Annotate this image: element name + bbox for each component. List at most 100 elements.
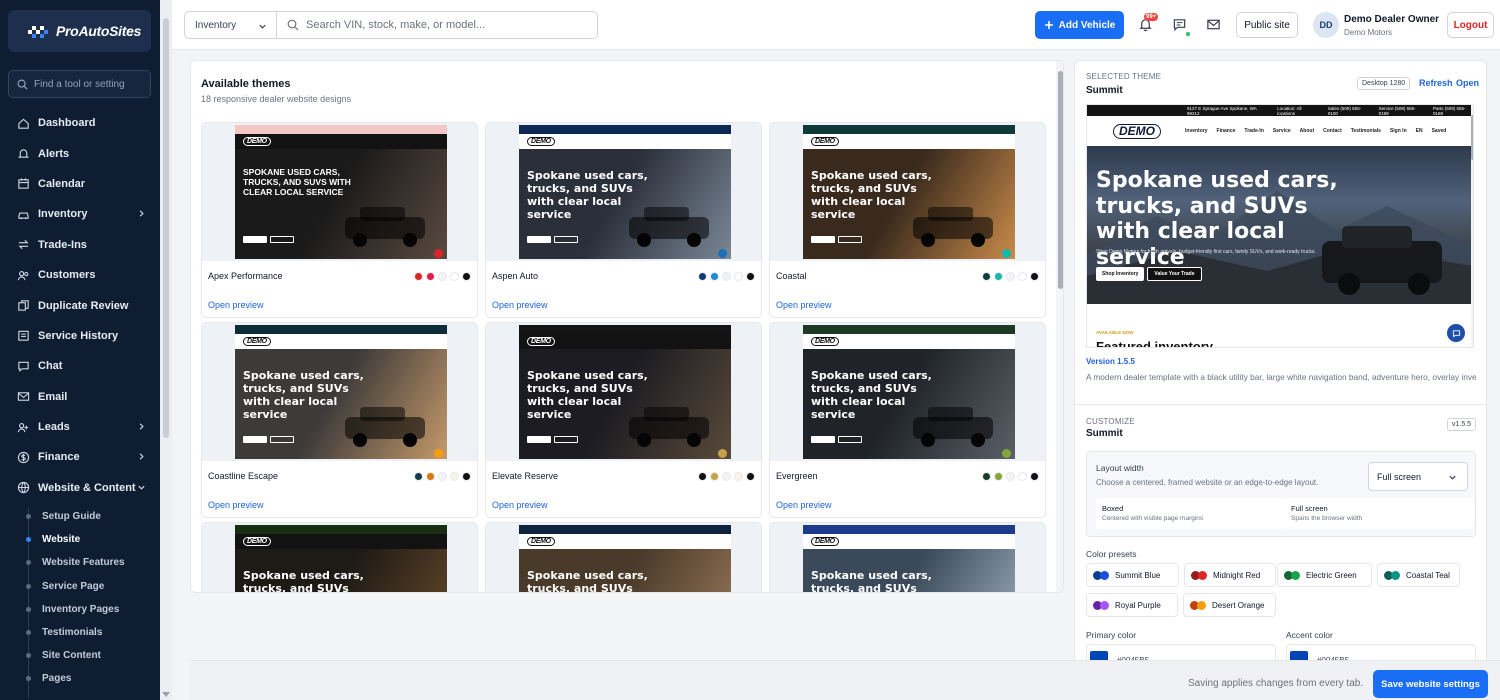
preset-coastal-teal[interactable]: Coastal Teal (1377, 563, 1460, 587)
mock-nav: DEMO (519, 134, 731, 149)
layout-width-select[interactable]: Full screen (1368, 462, 1468, 491)
mock-trade-button (270, 436, 294, 443)
sidebar-subitem-testimonials[interactable]: Testimonials (0, 621, 160, 644)
open-preview-link[interactable]: Open preview (208, 500, 264, 510)
mail-icon[interactable] (1206, 17, 1221, 32)
sidebar-item-finance[interactable]: Finance (0, 442, 160, 472)
open-preview-link[interactable]: Open preview (208, 300, 264, 310)
save-bar: Saving applies changes from every tab. S… (190, 660, 1500, 700)
sidebar-submenu: Setup Guide Website Website Features Servic… (0, 505, 160, 691)
theme-card-partial-8[interactable]: DEMO Spokane used cars, trucks, and SUVs … (769, 522, 1046, 592)
theme-card-coastal[interactable]: DEMO Spokane used cars, trucks, and SUVs … (769, 122, 1046, 318)
color-presets-label: Color presets (1086, 549, 1137, 559)
layout-option-boxed[interactable]: Boxed Centered with visible page margins (1096, 498, 1285, 529)
sidebar-item-alerts[interactable]: Alerts (0, 138, 160, 168)
sidebar-item-customers[interactable]: Customers (0, 260, 160, 290)
sidebar-item-duplicate-review[interactable]: Duplicate Review (0, 290, 160, 320)
theme-thumbnail[interactable]: DEMO Spokane used cars, trucks, and SUVs … (770, 323, 1045, 461)
submenu-dot (26, 514, 31, 519)
preview-scrollbar[interactable] (1471, 105, 1473, 347)
sidebar-search-input[interactable]: Find a tool or setting (8, 70, 151, 98)
theme-thumbnail[interactable]: DEMO Spokane used cars, trucks, and SUVs … (202, 523, 477, 592)
search-scope-select[interactable]: Inventory (184, 11, 277, 39)
theme-card-aspen-auto[interactable]: DEMO Spokane used cars, trucks, and SUVs … (485, 122, 762, 318)
preset-royal-purple[interactable]: Royal Purple (1086, 593, 1178, 617)
theme-card-elevate-reserve[interactable]: DEMO Spokane used cars, trucks, and SUVs … (485, 322, 762, 518)
theme-thumbnail[interactable]: DEMO Spokane used cars, trucks, and SUVs … (486, 323, 761, 461)
preset-color-dots (1093, 570, 1109, 580)
chat-icon[interactable] (1172, 17, 1187, 32)
avatar[interactable]: DD (1313, 12, 1339, 38)
theme-mock-page: DEMO Spokane used cars, trucks, and SUVs … (235, 325, 447, 459)
open-preview-link[interactable]: Open preview (776, 300, 832, 310)
theme-card-partial-7[interactable]: DEMO Spokane used cars, trucks, and SUVs … (485, 522, 762, 592)
open-link[interactable]: Open (1456, 78, 1479, 88)
sidebar-subitem-setup-guide[interactable]: Setup Guide (0, 505, 160, 528)
mock-trade-button (838, 436, 862, 443)
theme-card-coastline-escape[interactable]: DEMO Spokane used cars, trucks, and SUVs … (201, 322, 478, 518)
sidebar-subitem-website[interactable]: Website (0, 528, 160, 551)
theme-card-apex-performance[interactable]: DEMO Spokane used cars, trucks, and SUVs … (201, 122, 478, 318)
theme-thumbnail[interactable]: DEMO Spokane used cars, trucks, and SUVs … (202, 123, 477, 261)
sidebar-item-email[interactable]: Email (0, 382, 160, 412)
sidebar-subitem-pages[interactable]: Pages (0, 667, 160, 690)
mock-utility-bar (803, 525, 1015, 534)
sidebar-item-label: Duplicate Review (38, 299, 129, 312)
device-badge[interactable]: Desktop 1280 (1357, 77, 1411, 90)
open-preview-link[interactable]: Open preview (776, 500, 832, 510)
sidebar-item-dashboard[interactable]: Dashboard (0, 108, 160, 138)
preset-summit-blue[interactable]: Summit Blue (1086, 563, 1179, 587)
add-vehicle-button[interactable]: Add Vehicle (1035, 11, 1124, 39)
sidebar-scrollbar[interactable] (163, 18, 169, 438)
layout-option-full-screen[interactable]: Full screen Spans the browser width (1285, 498, 1474, 529)
themes-scrollbar-thumb[interactable] (1058, 71, 1063, 289)
mock-utility-bar (235, 525, 447, 534)
sidebar-subitem-site-content[interactable]: Site Content (0, 644, 160, 667)
dollar-icon (17, 451, 30, 464)
primary-color-label: Primary color (1086, 630, 1137, 640)
sidebar-subitem-website-features[interactable]: Website Features (0, 551, 160, 574)
submenu-dot (26, 583, 31, 589)
mock-nav: DEMO (803, 134, 1015, 149)
open-preview-link[interactable]: Open preview (492, 500, 548, 510)
theme-thumbnail[interactable]: DEMO Spokane used cars, trucks, and SUVs … (770, 523, 1045, 592)
theme-swatches (698, 272, 755, 281)
themes-scrollbar[interactable] (1056, 61, 1063, 592)
brand-logo[interactable]: ProAutoSites (8, 10, 151, 52)
preset-desert-orange[interactable]: Desert Orange (1183, 593, 1276, 617)
scroll-down-arrow-icon[interactable] (162, 692, 170, 698)
top-bar: Inventory Search VIN, stock, make, or mo… (172, 0, 1500, 50)
color-swatch (746, 472, 755, 481)
sidebar-item-website-content[interactable]: Website & Content (0, 473, 160, 503)
public-site-button[interactable]: Public site (1236, 12, 1298, 38)
theme-card-partial-6[interactable]: DEMO Spokane used cars, trucks, and SUVs … (201, 522, 478, 592)
theme-thumbnail[interactable]: DEMO Spokane used cars, trucks, and SUVs … (486, 123, 761, 261)
sidebar-subitem-inventory-pages[interactable]: Inventory Pages (0, 598, 160, 621)
theme-thumbnail[interactable]: DEMO Spokane used cars, trucks, and SUVs … (770, 123, 1045, 261)
save-website-settings-button[interactable]: Save website settings (1373, 670, 1488, 698)
global-search-input[interactable]: Search VIN, stock, make, or model... (276, 11, 598, 39)
sidebar-subitem-service-page[interactable]: Service Page (0, 575, 160, 598)
sidebar-item-chat[interactable]: Chat (0, 351, 160, 381)
mock-nav: DEMO (235, 134, 447, 149)
theme-mock-page: DEMO Spokane used cars, trucks, and SUVs … (519, 525, 731, 592)
layout-option-subtitle: Spans the browser width (1291, 515, 1363, 522)
theme-card-evergreen[interactable]: DEMO Spokane used cars, trucks, and SUVs … (769, 322, 1046, 518)
preset-electric-green[interactable]: Electric Green (1277, 563, 1372, 587)
theme-preview-frame[interactable]: 9127 E Sprague Ave Spokane, WA 99212 Loca… (1086, 104, 1474, 348)
sidebar-item-leads[interactable]: Leads (0, 412, 160, 442)
color-swatch (1030, 472, 1039, 481)
open-preview-link[interactable]: Open preview (492, 300, 548, 310)
theme-thumbnail[interactable]: DEMO Spokane used cars, trucks, and SUVs … (202, 323, 477, 461)
sidebar-item-service-history[interactable]: Service History (0, 321, 160, 351)
refresh-link[interactable]: Refresh (1419, 78, 1453, 88)
mock-utility-bar (519, 525, 731, 534)
sidebar-item-inventory[interactable]: Inventory (0, 199, 160, 229)
preview-nav-link: Contact (1323, 128, 1342, 134)
logout-button[interactable]: Logout (1447, 12, 1494, 38)
sidebar-item-trade-ins[interactable]: Trade-Ins (0, 230, 160, 260)
theme-thumbnail[interactable]: DEMO Spokane used cars, trucks, and SUVs … (486, 523, 761, 592)
sidebar-item-calendar[interactable]: Calendar (0, 169, 160, 199)
preset-midnight-red[interactable]: Midnight Red (1184, 563, 1276, 587)
calendar-icon (18, 178, 29, 190)
